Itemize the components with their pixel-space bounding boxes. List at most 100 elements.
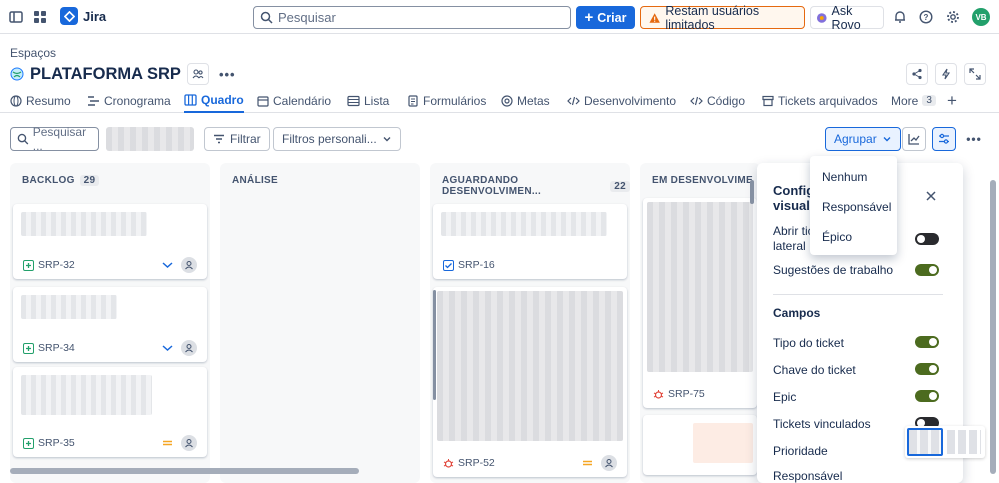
settings-gear-icon[interactable] bbox=[941, 5, 965, 29]
field-ticket-key-toggle[interactable] bbox=[915, 363, 939, 375]
app-switcher-icon[interactable] bbox=[28, 5, 52, 29]
tab-quadro[interactable]: Quadro bbox=[184, 88, 244, 113]
unassigned-avatar-icon[interactable] bbox=[181, 435, 197, 451]
setting-label-line2: lateral bbox=[773, 239, 806, 253]
global-search-input[interactable]: Pesquisar bbox=[253, 6, 571, 29]
card-summary-blurred bbox=[441, 212, 607, 236]
card-key-label: SRP-16 bbox=[458, 259, 495, 271]
more-options-icon[interactable]: ••• bbox=[962, 127, 986, 151]
share-icon[interactable] bbox=[906, 63, 928, 85]
jira-logo[interactable]: Jira bbox=[60, 7, 106, 25]
minimap-rest bbox=[947, 430, 981, 454]
sidebar-toggle-icon[interactable] bbox=[4, 5, 28, 29]
card-srp-52[interactable]: SRP-52 bbox=[433, 287, 627, 477]
task-checkbox-icon bbox=[443, 259, 454, 271]
unassigned-avatar-icon[interactable] bbox=[601, 455, 617, 471]
open-ticket-toggle[interactable] bbox=[915, 233, 939, 245]
team-icon[interactable] bbox=[186, 63, 209, 85]
warning-label: Restam usuários limitados bbox=[665, 3, 760, 32]
tab-more[interactable]: More 3 bbox=[891, 88, 936, 113]
menu-item-nenhum[interactable]: Nenhum bbox=[822, 170, 867, 184]
card-srp-34[interactable]: SRP-34 bbox=[13, 287, 207, 362]
board-search-input[interactable]: Pesquisar ... bbox=[10, 125, 99, 153]
column-aguardando-desenvolvimento: AGUARDANDO DESENVOLVIMEN... 22 SRP-16 SR… bbox=[430, 163, 630, 483]
column-header: ANÁLISE bbox=[232, 175, 278, 186]
story-icon bbox=[23, 437, 34, 449]
insights-chart-icon[interactable] bbox=[902, 127, 926, 151]
list-icon bbox=[347, 95, 360, 106]
card-srp-75[interactable]: SRP-75 bbox=[643, 198, 757, 408]
work-suggestions-toggle[interactable] bbox=[915, 264, 939, 276]
menu-item-responsavel[interactable]: Responsável bbox=[822, 200, 891, 214]
help-icon[interactable]: ? bbox=[914, 5, 938, 29]
tab-lista[interactable]: Lista bbox=[347, 88, 389, 113]
filter-button[interactable]: Filtrar bbox=[204, 127, 270, 151]
bug-icon bbox=[653, 389, 664, 399]
custom-filters-dropdown[interactable]: Filtros personali... bbox=[273, 127, 401, 151]
add-tab-plus-icon[interactable]: + bbox=[947, 88, 957, 113]
card-image-blurred bbox=[693, 423, 753, 463]
card-srp-35[interactable]: SRP-35 bbox=[13, 367, 207, 457]
minimap-viewport[interactable] bbox=[907, 428, 943, 456]
column-em-desenvolvimento: EM DESENVOLVIME SRP-75 bbox=[640, 163, 760, 483]
column-analise: ANÁLISE bbox=[220, 163, 420, 483]
user-avatar[interactable]: VB bbox=[972, 8, 990, 26]
menu-item-epico[interactable]: Épico bbox=[822, 230, 852, 244]
warning-icon bbox=[649, 12, 660, 23]
column-scrollbar[interactable] bbox=[750, 180, 754, 204]
vertical-scrollbar[interactable] bbox=[990, 180, 996, 474]
project-globe-icon bbox=[10, 67, 24, 81]
horizontal-scrollbar[interactable] bbox=[10, 468, 359, 474]
card-key-label: SRP-75 bbox=[668, 388, 705, 400]
tab-resumo[interactable]: Resumo bbox=[10, 88, 71, 113]
field-ticket-type-toggle[interactable] bbox=[915, 336, 939, 348]
forms-icon bbox=[408, 94, 418, 107]
automation-lightning-icon[interactable] bbox=[935, 63, 957, 85]
open-ticket-setting: Abrir tic lateral bbox=[773, 224, 814, 254]
card-partial[interactable] bbox=[643, 415, 757, 475]
create-label: Criar bbox=[597, 10, 627, 25]
notifications-bell-icon[interactable] bbox=[888, 5, 912, 29]
card-summary-blurred bbox=[21, 212, 147, 236]
card-meta bbox=[162, 257, 197, 273]
tab-metas[interactable]: Metas bbox=[501, 88, 550, 113]
view-settings-icon[interactable] bbox=[932, 127, 956, 151]
group-by-dropdown[interactable]: Agrupar bbox=[825, 127, 901, 151]
filter-icon bbox=[214, 134, 224, 144]
limited-users-warning-button[interactable]: Restam usuários limitados bbox=[640, 3, 805, 32]
card-key: SRP-34 bbox=[23, 342, 75, 354]
top-navigation-bar: Jira Pesquisar + Criar Restam usuários l… bbox=[0, 0, 999, 34]
tab-desenvolvimento[interactable]: Desenvolvimento bbox=[567, 88, 676, 113]
board-minimap[interactable] bbox=[905, 426, 985, 458]
search-icon bbox=[260, 11, 273, 24]
tab-calendario[interactable]: Calendário bbox=[257, 88, 331, 113]
unassigned-avatar-icon[interactable] bbox=[181, 340, 197, 356]
tab-label: Lista bbox=[364, 93, 390, 108]
more-actions-icon[interactable]: ••• bbox=[219, 67, 236, 82]
story-icon bbox=[23, 342, 34, 354]
card-srp-16[interactable]: SRP-16 bbox=[433, 204, 627, 279]
field-linked-tickets-label: Tickets vinculados bbox=[773, 417, 871, 431]
breadcrumb[interactable]: Espaços bbox=[10, 46, 56, 60]
close-icon[interactable] bbox=[925, 190, 937, 205]
tab-label: Quadro bbox=[201, 92, 244, 107]
card-summary-blurred bbox=[21, 295, 117, 319]
card-srp-32[interactable]: SRP-32 bbox=[13, 204, 207, 279]
avatar-group-blurred[interactable] bbox=[106, 127, 194, 151]
search-placeholder: Pesquisar bbox=[278, 10, 336, 25]
field-epic-toggle[interactable] bbox=[915, 390, 939, 402]
field-ticket-key-label: Chave do ticket bbox=[773, 363, 856, 377]
column-scrollbar[interactable] bbox=[433, 290, 436, 400]
tab-formularios[interactable]: Formulários bbox=[407, 88, 486, 113]
tab-tickets-arquivados[interactable]: Tickets arquivados bbox=[762, 88, 878, 113]
fullscreen-icon[interactable] bbox=[964, 63, 986, 85]
tab-cronograma[interactable]: Cronograma bbox=[87, 88, 171, 113]
search-placeholder: Pesquisar ... bbox=[32, 125, 87, 153]
app-name: Jira bbox=[83, 8, 107, 24]
tab-codigo[interactable]: Código bbox=[690, 88, 745, 113]
tab-label: Tickets arquivados bbox=[778, 93, 878, 108]
card-key-label: SRP-35 bbox=[38, 437, 75, 449]
unassigned-avatar-icon[interactable] bbox=[181, 257, 197, 273]
create-button[interactable]: + Criar bbox=[576, 6, 635, 29]
ask-rovo-button[interactable]: Ask Rovo bbox=[810, 4, 884, 32]
